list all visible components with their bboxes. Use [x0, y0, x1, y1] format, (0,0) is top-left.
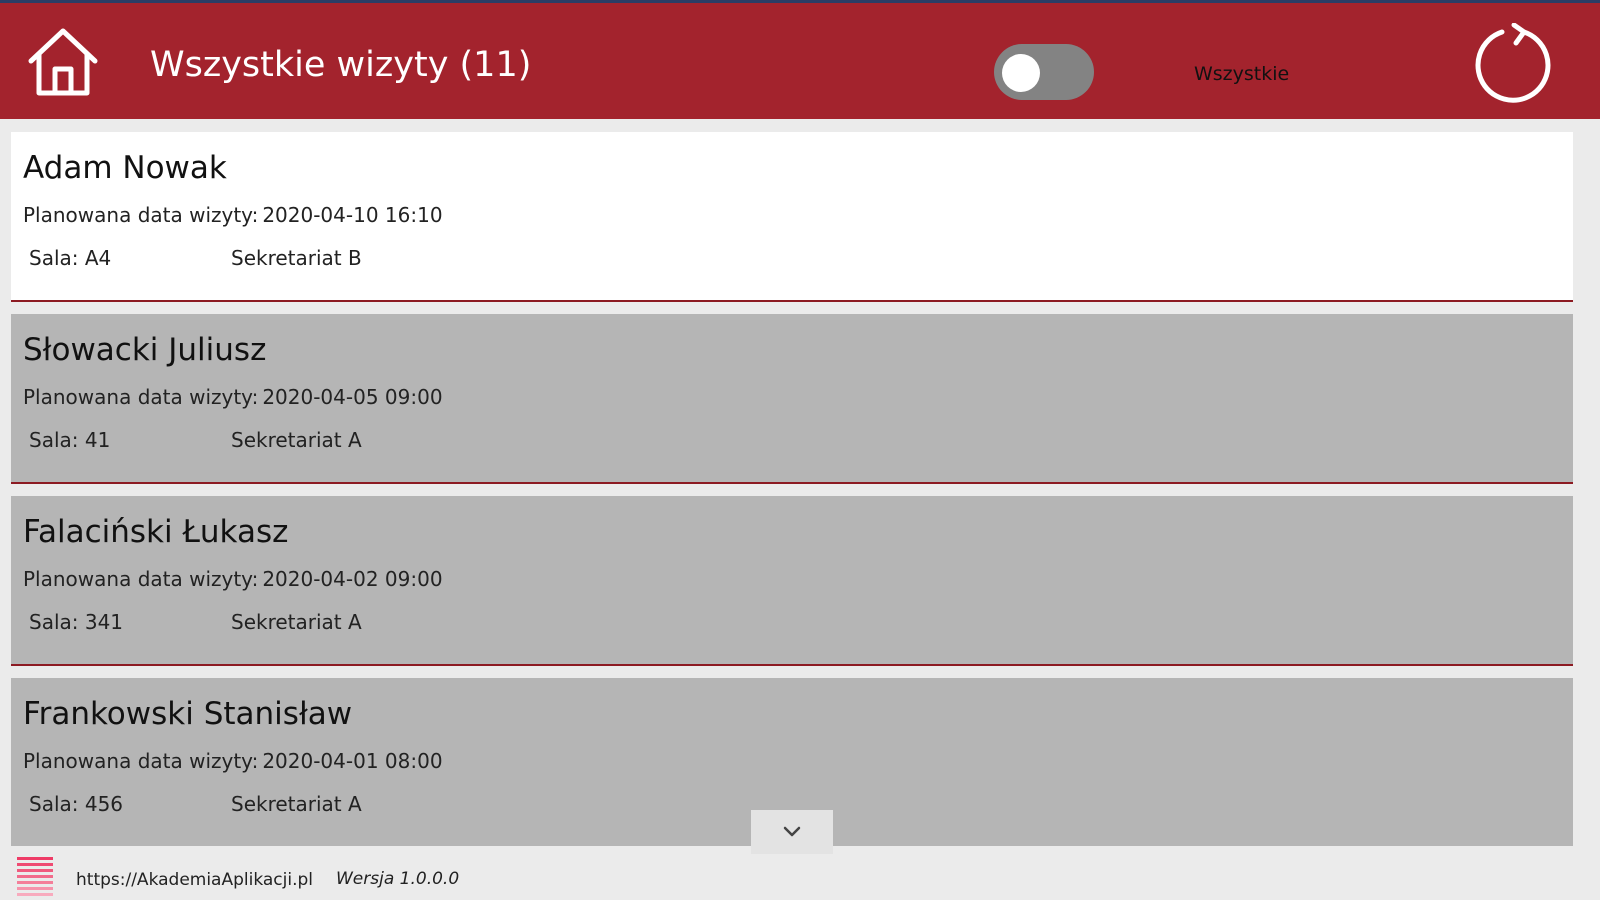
chevron-down-icon	[783, 826, 801, 837]
visit-date-value: 2020-04-01 08:00	[262, 749, 443, 773]
refresh-button[interactable]	[1472, 22, 1554, 105]
visit-date-value: 2020-04-02 09:00	[262, 567, 443, 591]
visit-card[interactable]: Falaciński Łukasz Planowana data wizyty:…	[11, 496, 1573, 666]
visit-date-label: Planowana data wizyty:	[23, 385, 259, 409]
scroll-down-button[interactable]	[751, 810, 833, 854]
toggle-label: Wszystkie	[1194, 63, 1290, 85]
visit-office: Sekretariat B	[231, 246, 362, 270]
visit-date-value: 2020-04-10 16:10	[262, 203, 443, 227]
visit-card[interactable]: Adam Nowak Planowana data wizyty: 2020-04…	[11, 132, 1573, 302]
home-button[interactable]	[26, 25, 100, 99]
visits-list[interactable]: Adam Nowak Planowana data wizyty: 2020-04…	[11, 132, 1573, 846]
visit-date-value: 2020-04-05 09:00	[262, 385, 443, 409]
visit-room: Sala: 341	[29, 610, 124, 634]
visit-room: Sala: 456	[29, 792, 124, 816]
home-icon	[28, 28, 98, 96]
app-logo-icon	[17, 857, 53, 896]
visit-date: Planowana data wizyty: 2020-04-10 16:10	[23, 203, 443, 227]
visit-name: Falaciński Łukasz	[23, 514, 289, 550]
visit-date-label: Planowana data wizyty:	[23, 203, 259, 227]
footer-url: https://AkademiaAplikacji.pl	[76, 870, 314, 890]
visit-office: Sekretariat A	[231, 792, 362, 816]
visit-name: Frankowski Stanisław	[23, 696, 353, 732]
page-title: Wszystkie wizyty (11)	[150, 45, 532, 85]
toggle-knob	[1002, 54, 1040, 92]
header-bar: Wszystkie wizyty (11) Wszystkie	[0, 3, 1600, 119]
visit-date-label: Planowana data wizyty:	[23, 567, 259, 591]
visit-name: Słowacki Juliusz	[23, 332, 267, 368]
visit-room: Sala: 41	[29, 428, 111, 452]
visit-office: Sekretariat A	[231, 428, 362, 452]
refresh-icon	[1475, 22, 1551, 103]
visit-date: Planowana data wizyty: 2020-04-02 09:00	[23, 567, 443, 591]
visit-card[interactable]: Słowacki Juliusz Planowana data wizyty: 2…	[11, 314, 1573, 484]
footer-version: Wersja 1.0.0.0	[336, 869, 460, 889]
visit-date-label: Planowana data wizyty:	[23, 749, 259, 773]
visit-date: Planowana data wizyty: 2020-04-01 08:00	[23, 749, 443, 773]
visit-date: Planowana data wizyty: 2020-04-05 09:00	[23, 385, 443, 409]
filter-toggle[interactable]	[994, 44, 1094, 100]
visit-room: Sala: A4	[29, 246, 112, 270]
visit-name: Adam Nowak	[23, 150, 227, 186]
visit-office: Sekretariat A	[231, 610, 362, 634]
